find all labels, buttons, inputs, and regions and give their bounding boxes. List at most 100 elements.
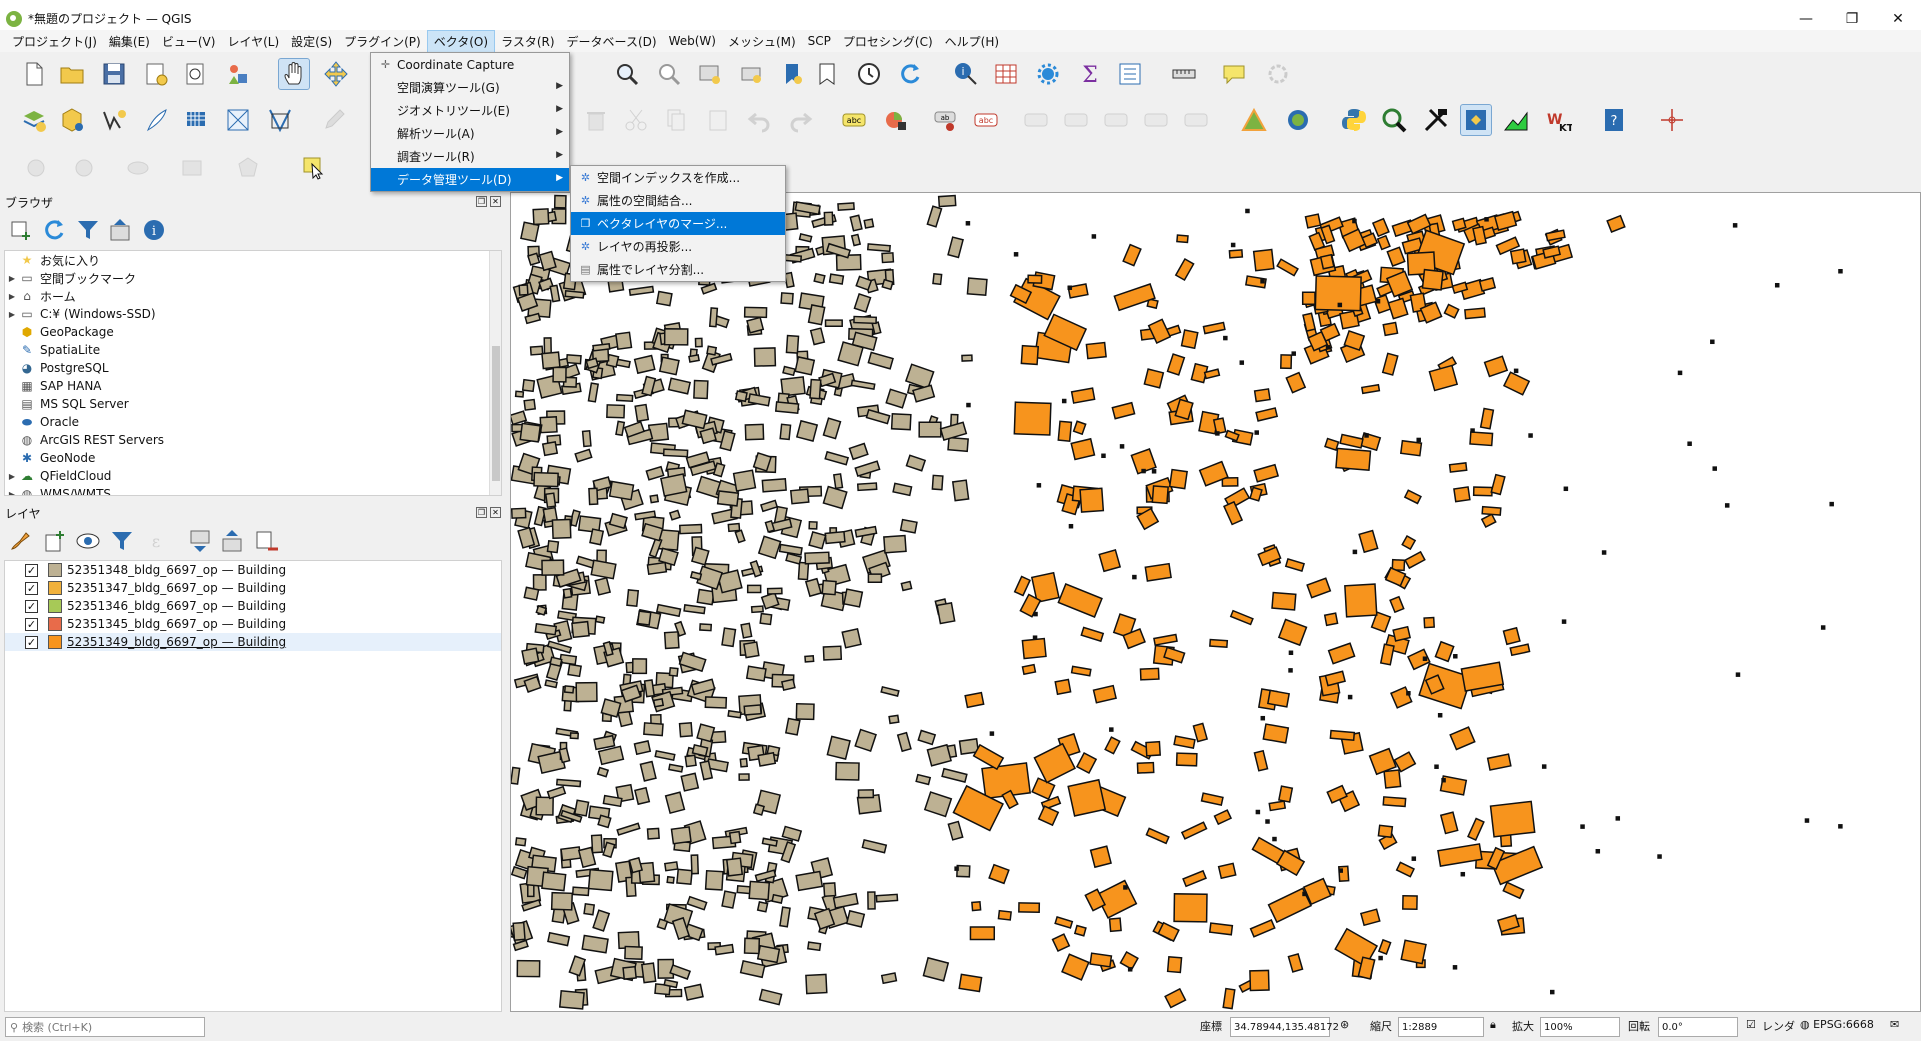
- python-console-button[interactable]: [1338, 104, 1370, 136]
- menu-database[interactable]: データベース(D): [561, 31, 663, 52]
- cut-features-button[interactable]: [620, 104, 652, 136]
- menu-item-geometry[interactable]: ジオメトリツール(E) ▶: [371, 99, 569, 122]
- layer-name[interactable]: 52351345_bldg_6697_op — Building: [67, 617, 286, 631]
- zoom-next-button[interactable]: [736, 58, 768, 90]
- wkt-button[interactable]: W KT: [1542, 104, 1574, 136]
- menu-scp[interactable]: SCP: [802, 32, 837, 50]
- add-group-button[interactable]: [38, 525, 70, 557]
- expand-arrow-icon[interactable]: ▶: [5, 472, 19, 481]
- close-panel-icon[interactable]: ✕: [490, 196, 501, 207]
- menu-settings[interactable]: 設定(S): [285, 31, 338, 52]
- refresh-browser-button[interactable]: [38, 214, 70, 246]
- expand-arrow-icon[interactable]: ▶: [5, 310, 19, 319]
- layout-manager-button[interactable]: [180, 58, 212, 90]
- temporal-controller-button[interactable]: [853, 58, 885, 90]
- processing-toolbox-button[interactable]: [1420, 104, 1452, 136]
- close-panel-icon[interactable]: ✕: [490, 507, 501, 518]
- open-project-button[interactable]: [56, 58, 88, 90]
- delete-selected-button[interactable]: [580, 104, 612, 136]
- undo-button[interactable]: [744, 104, 776, 136]
- expand-arrow-icon[interactable]: ▶: [5, 490, 19, 496]
- scp-dock-button[interactable]: [1460, 104, 1492, 136]
- filter-browser-button[interactable]: [72, 214, 104, 246]
- qfieldsync-button[interactable]: [1282, 104, 1314, 136]
- new-bookmark-button[interactable]: [776, 58, 808, 90]
- menu-item-merge-vector-layers[interactable]: ❐ ベクタレイヤのマージ...: [571, 212, 785, 235]
- locator-search-input[interactable]: ⚲ 検索 (Ctrl+K): [5, 1017, 205, 1037]
- layer-name[interactable]: 52351346_bldg_6697_op — Building: [67, 599, 286, 613]
- float-panel-icon[interactable]: ❐: [476, 196, 487, 207]
- expand-arrow-icon[interactable]: ▶: [5, 274, 19, 283]
- layer-row[interactable]: ✓ 52351347_bldg_6697_op — Building: [5, 579, 501, 597]
- data-source-manager-button[interactable]: [18, 104, 50, 136]
- lock-scale-icon[interactable]: 🔒︎: [1490, 1018, 1496, 1032]
- render-checkbox[interactable]: ☑: [1746, 1018, 1756, 1031]
- menu-edit[interactable]: 編集(E): [103, 31, 156, 52]
- map-canvas[interactable]: [510, 192, 1921, 1012]
- open-layer-styling-button[interactable]: [4, 525, 36, 557]
- statistics-button[interactable]: Σ: [1074, 58, 1106, 90]
- menu-project[interactable]: プロジェクト(J): [6, 31, 103, 52]
- menu-item-research[interactable]: 調査ツール(R) ▶: [371, 145, 569, 168]
- menu-vector[interactable]: ベクタ(O): [426, 29, 496, 53]
- zoom-last-button[interactable]: [694, 58, 726, 90]
- browser-item-drive[interactable]: ▶ ▭ C:¥ (Windows-SSD): [5, 305, 501, 323]
- layer-row[interactable]: ✓ 52351346_bldg_6697_op — Building: [5, 597, 501, 615]
- browser-item-qfieldcloud[interactable]: ▶ ☁ QFieldCloud: [5, 467, 501, 485]
- browser-item-wms[interactable]: ▶ ◍ WMS/WMTS: [5, 485, 501, 496]
- zoom-spinbox[interactable]: 100%: [1540, 1017, 1620, 1037]
- add-delimited-text-button[interactable]: [264, 104, 296, 136]
- paste-features-button[interactable]: [702, 104, 734, 136]
- menu-item-reproject-layer[interactable]: ✲ レイヤの再投影...: [571, 235, 785, 258]
- layer-visibility-checkbox[interactable]: ✓: [25, 581, 38, 595]
- browser-item-spatialite[interactable]: ✎ SpatiaLite: [5, 341, 501, 359]
- float-panel-icon[interactable]: ❐: [476, 507, 487, 518]
- browser-item-home[interactable]: ▶ ⌂ ホーム: [5, 287, 501, 305]
- add-raster-layer-button[interactable]: [180, 104, 212, 136]
- browser-item-oracle[interactable]: ⬬ Oracle: [5, 413, 501, 431]
- style-manager-button[interactable]: [222, 58, 254, 90]
- menu-plugins[interactable]: プラグイン(P): [338, 31, 427, 52]
- menu-item-split-vector-layer[interactable]: ▤ 属性でレイヤ分割...: [571, 258, 785, 281]
- pan-to-selection-button[interactable]: [320, 58, 352, 90]
- menu-processing[interactable]: プロセシング(C): [837, 31, 939, 52]
- properties-button[interactable]: i: [138, 214, 170, 246]
- layer-name[interactable]: 52351347_bldg_6697_op — Building: [67, 581, 286, 595]
- layer-row-selected[interactable]: ✓ 52351349_bldg_6697_op — Building: [5, 633, 501, 651]
- show-bookmarks-button[interactable]: [812, 58, 844, 90]
- copy-features-button[interactable]: [660, 104, 692, 136]
- menu-mesh[interactable]: メッシュ(M): [722, 31, 802, 52]
- scale-combobox[interactable]: 1:2889: [1398, 1017, 1484, 1037]
- add-circle-button[interactable]: [68, 152, 100, 184]
- collapse-all-layers-button[interactable]: [216, 525, 248, 557]
- rotation-spinbox[interactable]: 0.0°: [1658, 1017, 1738, 1037]
- add-selected-layers-button[interactable]: [4, 214, 36, 246]
- menu-item-analysis[interactable]: 解析ツール(A) ▶: [371, 122, 569, 145]
- expand-arrow-icon[interactable]: ▶: [5, 292, 19, 301]
- redo-button[interactable]: [784, 104, 816, 136]
- highlight-labels-button[interactable]: abc: [970, 104, 1002, 136]
- change-label-button[interactable]: [1140, 104, 1172, 136]
- menu-help[interactable]: ヘルプ(H): [939, 31, 1005, 52]
- browser-item-geopackage[interactable]: ⬢ GeoPackage: [5, 323, 501, 341]
- attribute-table-button[interactable]: [990, 58, 1022, 90]
- browser-item-geonode[interactable]: ✱ GeoNode: [5, 449, 501, 467]
- browser-item-mssql[interactable]: ▤ MS SQL Server: [5, 395, 501, 413]
- browser-item-arcgis-rest[interactable]: ◍ ArcGIS REST Servers: [5, 431, 501, 449]
- menu-item-create-spatial-index[interactable]: ✲ 空間インデックスを作成...: [571, 166, 785, 189]
- new-geopackage-button[interactable]: [56, 104, 88, 136]
- save-project-button[interactable]: [98, 58, 130, 90]
- identify-features-button[interactable]: i: [950, 58, 982, 90]
- refresh-button[interactable]: [894, 58, 926, 90]
- browser-item-favorites[interactable]: ★ お気に入り: [5, 251, 501, 269]
- add-mesh-layer-button[interactable]: [222, 104, 254, 136]
- menu-item-data-management[interactable]: データ管理ツール(D) ▶: [371, 168, 569, 191]
- menu-web[interactable]: Web(W): [663, 32, 722, 50]
- menu-raster[interactable]: ラスタ(R): [495, 31, 560, 52]
- menu-layer[interactable]: レイヤ(L): [221, 31, 285, 52]
- rotate-label-button[interactable]: [1100, 104, 1132, 136]
- menu-item-join-attributes-by-location[interactable]: ✲ 属性の空間結合...: [571, 189, 785, 212]
- crs-button[interactable]: ◍ EPSG:6668: [1800, 1018, 1874, 1031]
- dem-profile-button[interactable]: [1500, 104, 1532, 136]
- layer-row[interactable]: ✓ 52351345_bldg_6697_op — Building: [5, 615, 501, 633]
